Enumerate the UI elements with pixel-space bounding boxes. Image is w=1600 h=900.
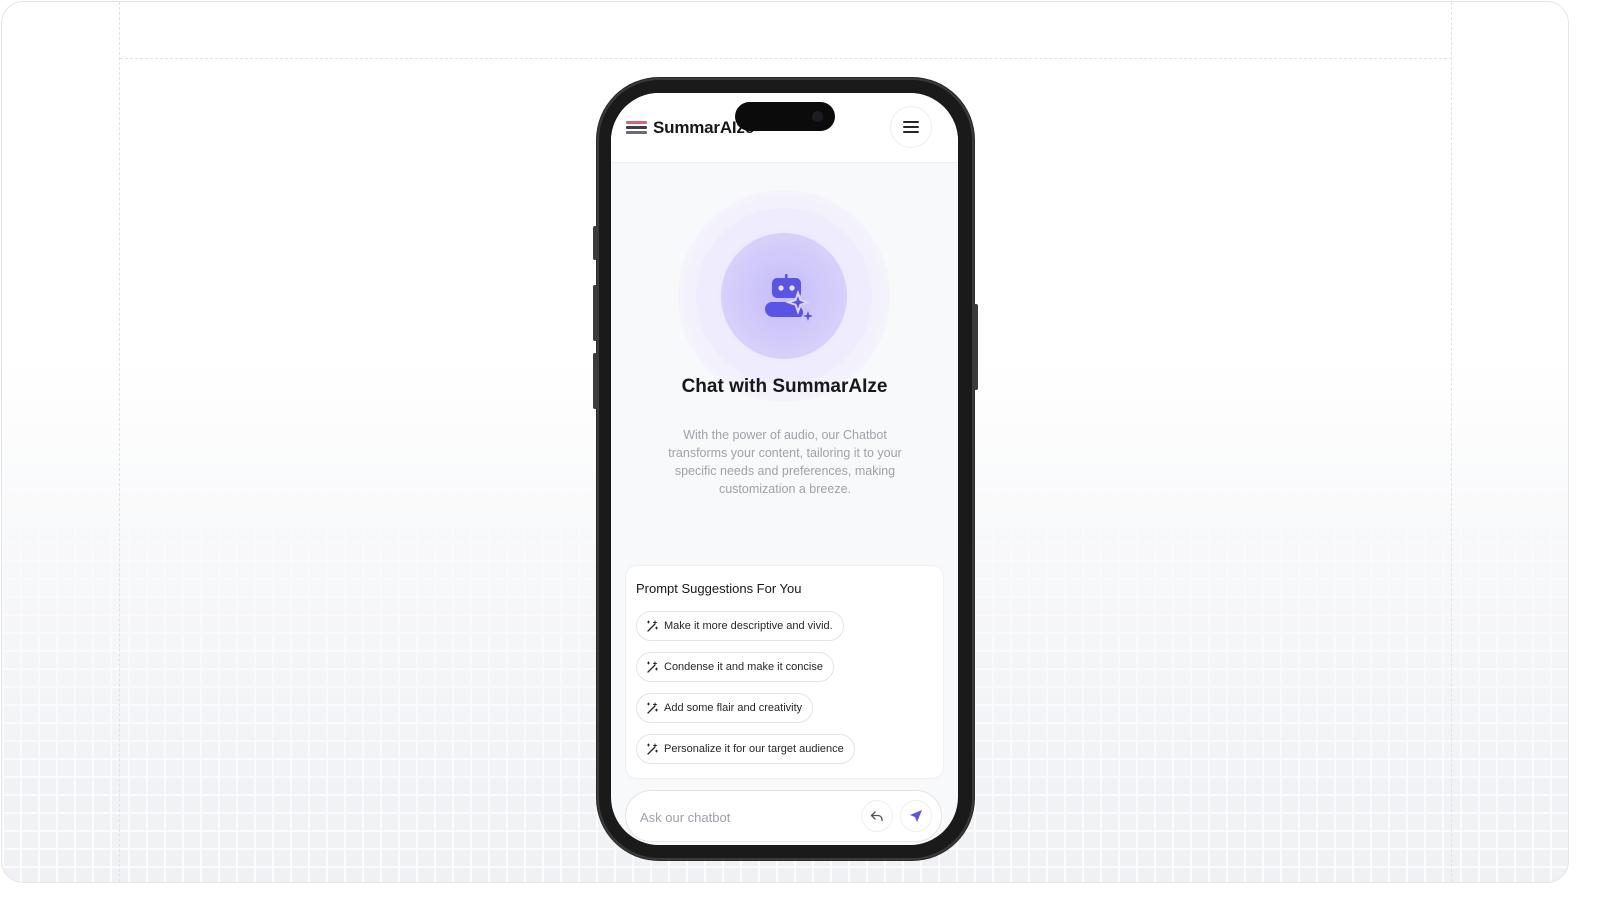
magic-wand-icon	[647, 661, 658, 673]
hero-description: With the power of audio, our Chatbot tra…	[668, 428, 902, 496]
magic-wand-icon	[647, 702, 658, 714]
send-paper-plane-icon	[910, 810, 922, 822]
suggestion-label: Personalize it for our target audience	[664, 743, 844, 755]
suggestion-chip[interactable]: Condense it and make it concise	[636, 652, 834, 682]
dynamic-island	[735, 102, 835, 131]
guide-line-left	[119, 2, 120, 882]
phone-screen: SummarAIze Chat with SummarAIze With the…	[611, 93, 958, 845]
robot-sparkle-icon	[764, 274, 813, 321]
magic-wand-icon	[647, 743, 658, 755]
logo-line-bottom	[626, 131, 647, 134]
suggestion-chip[interactable]: Personalize it for our target audience	[636, 734, 855, 764]
chat-input[interactable]	[638, 805, 852, 829]
prompt-suggestions-card: Prompt Suggestions For You Make it more …	[625, 565, 944, 779]
hero-title: Chat with SummarAIze	[681, 376, 888, 397]
suggestion-label: Condense it and make it concise	[664, 661, 823, 673]
logo-line-top	[626, 121, 647, 124]
list-logo-icon	[626, 121, 647, 135]
phone-frame: SummarAIze Chat with SummarAIze With the…	[593, 78, 978, 860]
magic-wand-icon	[647, 620, 658, 632]
undo-button[interactable]	[861, 800, 893, 832]
undo-arrow-icon	[870, 811, 883, 822]
suggestion-chip[interactable]: Make it more descriptive and vivid.	[636, 611, 844, 641]
guide-line-right	[1451, 2, 1452, 882]
suggestions-title: Prompt Suggestions For You	[636, 581, 802, 596]
send-button[interactable]	[900, 800, 932, 832]
menu-button[interactable]	[890, 106, 932, 148]
phone-volume-up-button	[593, 285, 597, 341]
suggestion-chip[interactable]: Add some flair and creativity	[636, 693, 814, 723]
hamburger-menu-icon	[903, 121, 919, 133]
phone-power-button	[974, 304, 978, 390]
camera-lens	[812, 111, 823, 122]
phone-volume-down-button	[593, 353, 597, 409]
suggestion-label: Make it more descriptive and vivid.	[664, 620, 833, 632]
suggestion-label: Add some flair and creativity	[664, 702, 803, 714]
guide-line-top	[120, 58, 1452, 59]
chat-composer	[625, 790, 942, 842]
phone-action-button	[593, 226, 597, 260]
logo-line-middle	[626, 126, 647, 129]
